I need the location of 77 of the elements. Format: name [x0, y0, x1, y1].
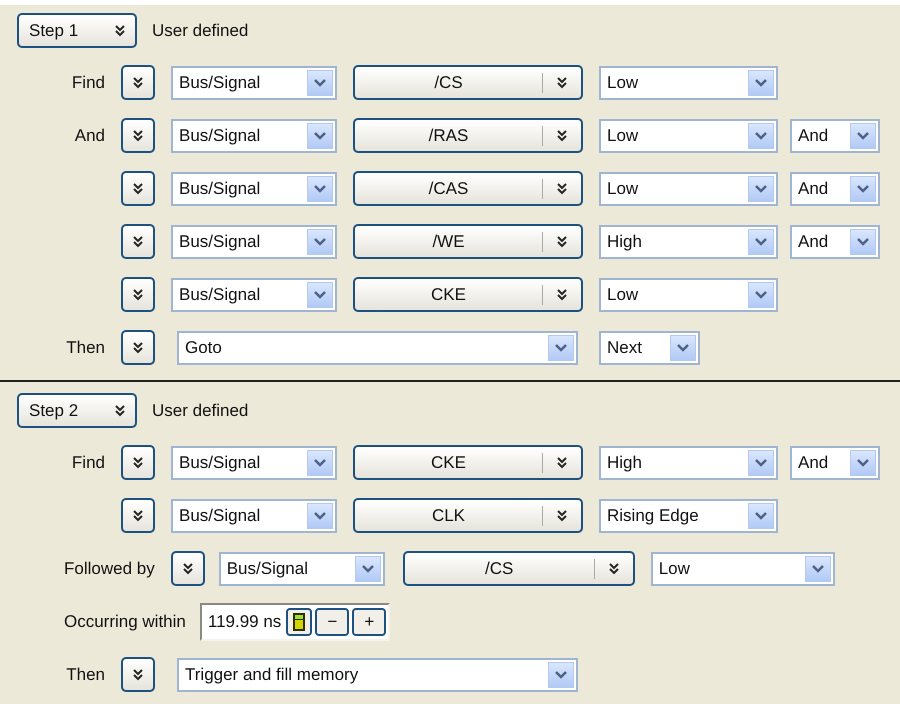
dropdown[interactable]: Bus/Signal: [218, 552, 385, 586]
dropdown[interactable]: And: [790, 446, 880, 480]
step-mode: User defined: [152, 400, 248, 422]
double-chevron-icon: [182, 562, 193, 574]
menu-button[interactable]: [170, 551, 205, 586]
dropdown[interactable]: Bus/Signal: [171, 224, 337, 258]
signal-button[interactable]: /CAS: [353, 171, 583, 206]
signal-button[interactable]: /WE: [353, 224, 583, 259]
dropdown[interactable]: Bus/Signal: [171, 498, 337, 532]
row-label: Find: [72, 72, 105, 94]
signal-button[interactable]: CKE: [353, 445, 583, 480]
row-label: Then: [66, 664, 105, 686]
menu-button[interactable]: [121, 224, 155, 259]
calculator-icon: [293, 612, 306, 630]
dropdown[interactable]: Bus/Signal: [171, 172, 337, 206]
dropdown[interactable]: Next: [599, 330, 700, 364]
double-chevron-icon: [557, 236, 567, 248]
menu-button[interactable]: [121, 277, 155, 312]
menu-button[interactable]: [121, 657, 155, 692]
double-chevron-icon: [133, 236, 143, 248]
double-chevron-icon: [133, 668, 143, 680]
double-chevron-icon: [133, 182, 143, 194]
menu-button[interactable]: [121, 65, 155, 100]
dropdown[interactable]: Goto: [177, 330, 578, 364]
double-chevron-icon: [115, 404, 125, 416]
row-label: Find: [72, 452, 105, 474]
double-chevron-icon: [133, 456, 143, 468]
dropdown[interactable]: And: [790, 118, 880, 152]
double-chevron-icon: [133, 510, 143, 522]
dropdown[interactable]: Rising Edge: [599, 498, 778, 532]
double-chevron-icon: [133, 76, 143, 88]
menu-button[interactable]: [121, 498, 155, 533]
menu-button[interactable]: [121, 330, 155, 365]
double-chevron-icon: [557, 456, 567, 468]
double-chevron-icon: [557, 288, 567, 300]
double-chevron-icon: [133, 342, 143, 354]
dropdown[interactable]: Low: [599, 172, 778, 206]
dropdown[interactable]: Bus/Signal: [171, 118, 337, 152]
signal-button[interactable]: CKE: [353, 277, 583, 312]
dropdown[interactable]: Bus/Signal: [171, 66, 337, 100]
dropdown[interactable]: Bus/Signal: [171, 446, 337, 480]
row-label: Occurring within: [64, 610, 186, 633]
step-mode: User defined: [152, 20, 248, 42]
dropdown[interactable]: Low: [599, 278, 778, 312]
dropdown[interactable]: High: [599, 446, 778, 480]
dropdown[interactable]: And: [790, 224, 880, 258]
dropdown[interactable]: Low: [599, 118, 778, 152]
double-chevron-icon: [557, 130, 567, 142]
double-chevron-icon: [608, 562, 619, 574]
double-chevron-icon: [133, 130, 143, 142]
signal-button[interactable]: /RAS: [353, 118, 583, 153]
dropdown[interactable]: Low: [650, 552, 835, 586]
calculator-button[interactable]: [286, 608, 312, 636]
double-chevron-icon: [557, 510, 567, 522]
dropdown[interactable]: And: [790, 172, 880, 206]
menu-button[interactable]: [121, 445, 155, 480]
menu-button[interactable]: [121, 118, 155, 153]
signal-button[interactable]: /CS: [353, 65, 583, 100]
dropdown[interactable]: Low: [599, 66, 778, 100]
decrement-button[interactable]: −: [315, 608, 350, 636]
dropdown[interactable]: Trigger and fill memory: [177, 658, 578, 692]
double-chevron-icon: [557, 182, 567, 194]
menu-button[interactable]: [121, 171, 155, 206]
dropdown[interactable]: Bus/Signal: [171, 278, 337, 312]
row-label: And: [74, 124, 105, 147]
dropdown[interactable]: High: [599, 224, 778, 258]
signal-button[interactable]: CLK: [353, 498, 583, 533]
signal-button[interactable]: /CS: [402, 551, 635, 586]
increment-button[interactable]: +: [352, 608, 386, 636]
step-button[interactable]: Step 1: [17, 13, 137, 48]
double-chevron-icon: [133, 288, 143, 300]
step-button[interactable]: Step 2: [17, 393, 137, 428]
double-chevron-icon: [557, 76, 567, 88]
duration-field[interactable]: 119.99 ns − +: [200, 602, 390, 640]
row-label: Then: [66, 336, 105, 359]
row-label: Followed by: [64, 558, 155, 580]
double-chevron-icon: [115, 24, 125, 36]
